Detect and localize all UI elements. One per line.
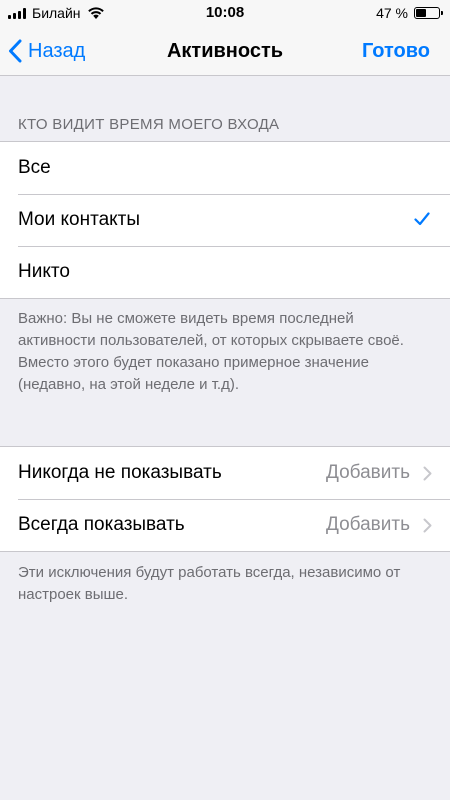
battery-icon [414,7,443,19]
option-label: Мои контакты [18,209,141,230]
chevron-right-icon [423,466,432,481]
row-detail-add: Добавить [326,514,410,535]
option-label: Никто [18,261,70,282]
done-button[interactable]: Готово [362,26,430,76]
visibility-note: Важно: Вы не сможете видеть время послед… [18,310,404,393]
battery-fill [416,9,427,17]
checkmark-icon [414,212,430,226]
exceptions-group: Никогда не показывать Добавить Всегда по… [0,446,450,552]
option-my-contacts[interactable]: Мои контакты [0,194,450,246]
navigation-bar: Назад Активность Готово [0,26,450,76]
status-bar-right: 47 % [376,5,443,21]
option-label: Все [18,157,51,178]
row-label: Всегда показывать [18,514,185,535]
option-everybody[interactable]: Все [0,142,450,194]
visibility-options-group: Все Мои контакты Никто [0,141,450,299]
always-share-with-row[interactable]: Всегда показывать Добавить [0,499,450,551]
chevron-left-icon [9,39,22,63]
back-button-label: Назад [28,39,86,62]
never-share-with-row[interactable]: Никогда не показывать Добавить [0,447,450,499]
chevron-right-icon [423,518,432,533]
option-nobody[interactable]: Никто [0,246,450,298]
battery-percent: 47 % [376,5,408,21]
back-button[interactable]: Назад [8,26,85,76]
row-label: Никогда не показывать [18,462,222,483]
exceptions-note: Эти исключения будут работать всегда, не… [18,564,401,603]
row-detail-add: Добавить [326,462,410,483]
status-bar: Билайн 10:08 47 % [0,0,450,26]
section-header-visibility: КТО ВИДИТ ВРЕМЯ МОЕГО ВХОДА [18,116,280,133]
